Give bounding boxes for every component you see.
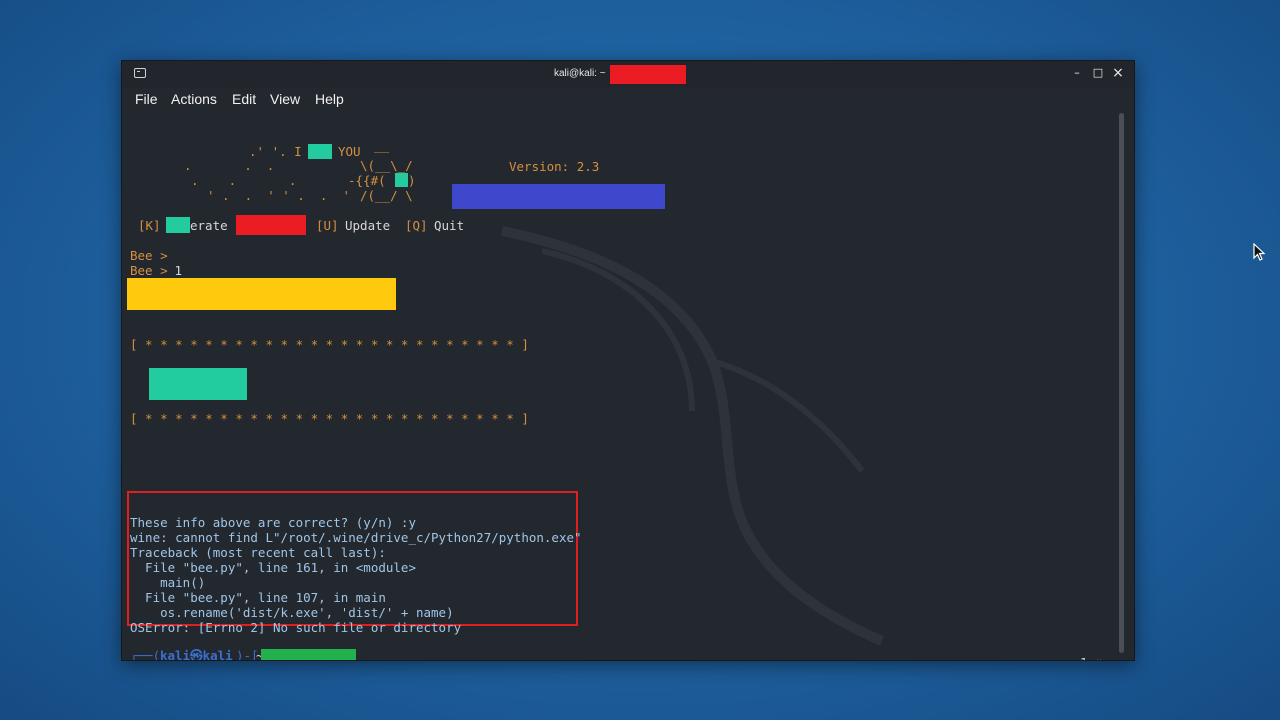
redaction-bar	[308, 144, 332, 159]
banner-art-line2-dots: . . .	[184, 158, 275, 173]
scrollbar[interactable]	[1119, 113, 1124, 653]
error-line: os.rename('dist/k.exe', 'dist/' + name)	[130, 605, 454, 620]
version-label: Version: 2.3	[509, 159, 600, 174]
menu-actions[interactable]: Actions	[171, 91, 217, 107]
menu-view[interactable]: View	[270, 91, 300, 107]
error-line: Traceback (most recent call last):	[130, 545, 386, 560]
error-line: These info above are correct? (y/n) :y	[130, 515, 416, 530]
terminal-icon	[134, 68, 146, 78]
banner-art-underscore: __	[374, 138, 390, 153]
error-line: File "bee.py", line 107, in main	[130, 590, 386, 605]
exit-code: 1	[1080, 655, 1088, 660]
bee-prompt-line1: Bee >	[130, 248, 168, 263]
window-title: kali@kali: ~	[554, 68, 606, 79]
error-line: main()	[130, 575, 206, 590]
option-q-key: [Q]	[405, 218, 428, 233]
banner-art-line2-right: \(__\_/	[360, 158, 413, 173]
shell-prompt-user: kali㉿kali	[160, 648, 233, 661]
minimize-button[interactable]: –	[1069, 65, 1085, 81]
redaction-bar	[127, 278, 396, 310]
exit-error-icon: ✖	[1096, 655, 1103, 660]
maximize-button[interactable]: □	[1090, 65, 1106, 81]
bee-prompt-line2-label: Bee >	[130, 263, 168, 278]
terminal-window: kali@kali: ~ – □ × File Actions Edit Vie…	[121, 60, 1135, 661]
bee-prompt-line2-input: 1	[167, 263, 183, 278]
banner-art-line3-dots: . . .	[191, 173, 297, 188]
option-u-key: [U]	[316, 218, 339, 233]
menu-help[interactable]: Help	[315, 91, 344, 107]
banner-art-line3-right: -{{#(	[348, 173, 386, 188]
banner-art-line4-dots: ' . . ' ' . . '	[207, 188, 350, 203]
menu-file[interactable]: File	[135, 91, 158, 107]
stars-divider-top: [ * * * * * * * * * * * * * * * * * * * …	[130, 337, 529, 352]
menu-bar: File Actions Edit View Help	[122, 87, 1134, 111]
stars-divider-bottom: [ * * * * * * * * * * * * * * * * * * * …	[130, 411, 529, 426]
redaction-bar	[452, 184, 665, 209]
redaction-bar	[149, 368, 247, 400]
redaction-bar	[610, 65, 686, 84]
terminal-output[interactable]: .' '. I YOU __ . . . \(__\_/ . . . -{{#(…	[122, 111, 1134, 660]
close-button[interactable]: ×	[1110, 65, 1126, 81]
option-u-text: Update	[345, 218, 391, 233]
shell-prompt-prefix: ┌──(	[130, 648, 161, 661]
banner-art-line4-right: /(__/ \	[360, 188, 413, 203]
redaction-bar	[395, 173, 408, 187]
mouse-pointer-icon	[1253, 243, 1266, 261]
option-k-key: [K]	[138, 218, 161, 233]
banner-art-line1: .' '. I	[249, 144, 302, 159]
menu-edit[interactable]: Edit	[232, 91, 256, 107]
banner-art-line3-end: )	[408, 173, 416, 188]
redaction-bar	[166, 217, 190, 233]
error-line: File "bee.py", line 161, in <module>	[130, 560, 416, 575]
redaction-bar	[236, 215, 306, 235]
banner-art-you: YOU	[338, 144, 361, 159]
option-k-text: erate	[190, 218, 228, 233]
error-line: wine: cannot find L"/root/.wine/drive_c/…	[130, 530, 582, 545]
option-q-text: Quit	[434, 218, 465, 233]
error-line: OSError: [Errno 2] No such file or direc…	[130, 620, 462, 635]
title-bar[interactable]: kali@kali: ~ – □ ×	[122, 61, 1134, 87]
redaction-bar	[261, 649, 356, 660]
